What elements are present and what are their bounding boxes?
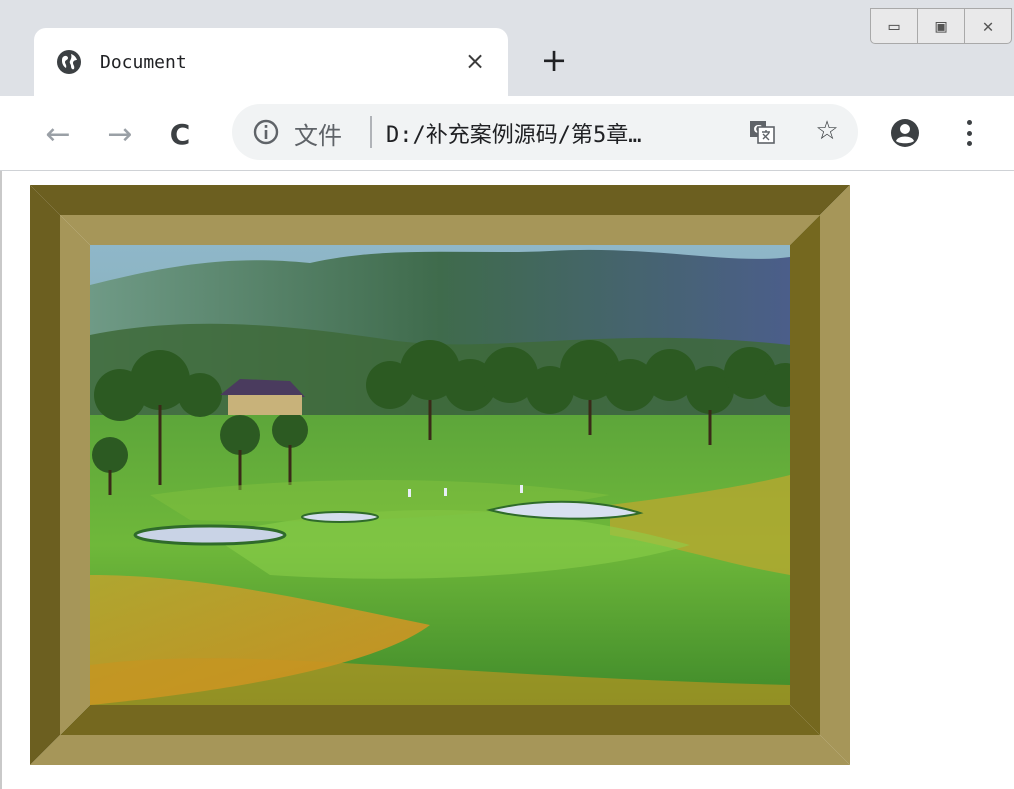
browser-tab[interactable]: Document × [34,28,508,96]
url-divider [370,116,372,148]
reload-button[interactable]: C [160,114,200,154]
origin-label: 文件 [294,122,342,150]
new-tab-button[interactable]: + [536,41,572,79]
translate-icon[interactable]: G [748,118,776,146]
url-text[interactable]: D:/补充案例源码/第5章… [386,117,641,149]
info-icon[interactable] [252,118,280,146]
minimize-button[interactable]: ▭ [871,9,917,43]
window-close-button[interactable]: ✕ [964,9,1011,43]
bookmark-star-icon[interactable]: ☆ [810,114,844,148]
framed-picture [30,185,850,765]
toolbar: ← → C 文件 D:/补充案例源码/第5章… G ☆ [0,96,1014,170]
menu-kebab-icon[interactable] [954,116,984,150]
landscape-image [90,245,790,705]
profile-icon[interactable] [888,116,922,150]
maximize-button[interactable]: ▣ [917,9,964,43]
forward-button[interactable]: → [100,114,140,154]
globe-icon [57,50,81,74]
address-bar[interactable]: 文件 D:/补充案例源码/第5章… G ☆ [232,104,858,160]
tab-title: Document [100,51,187,73]
browser-chrome: ▭ ▣ ✕ Document × + ← → C 文件 D:/补充案例源码/第5… [0,0,1014,171]
window-controls: ▭ ▣ ✕ [870,8,1012,44]
golf-course-image [90,245,790,705]
tab-close-button[interactable]: × [460,46,490,76]
back-button[interactable]: ← [38,114,78,154]
viewport-edge [0,171,2,789]
